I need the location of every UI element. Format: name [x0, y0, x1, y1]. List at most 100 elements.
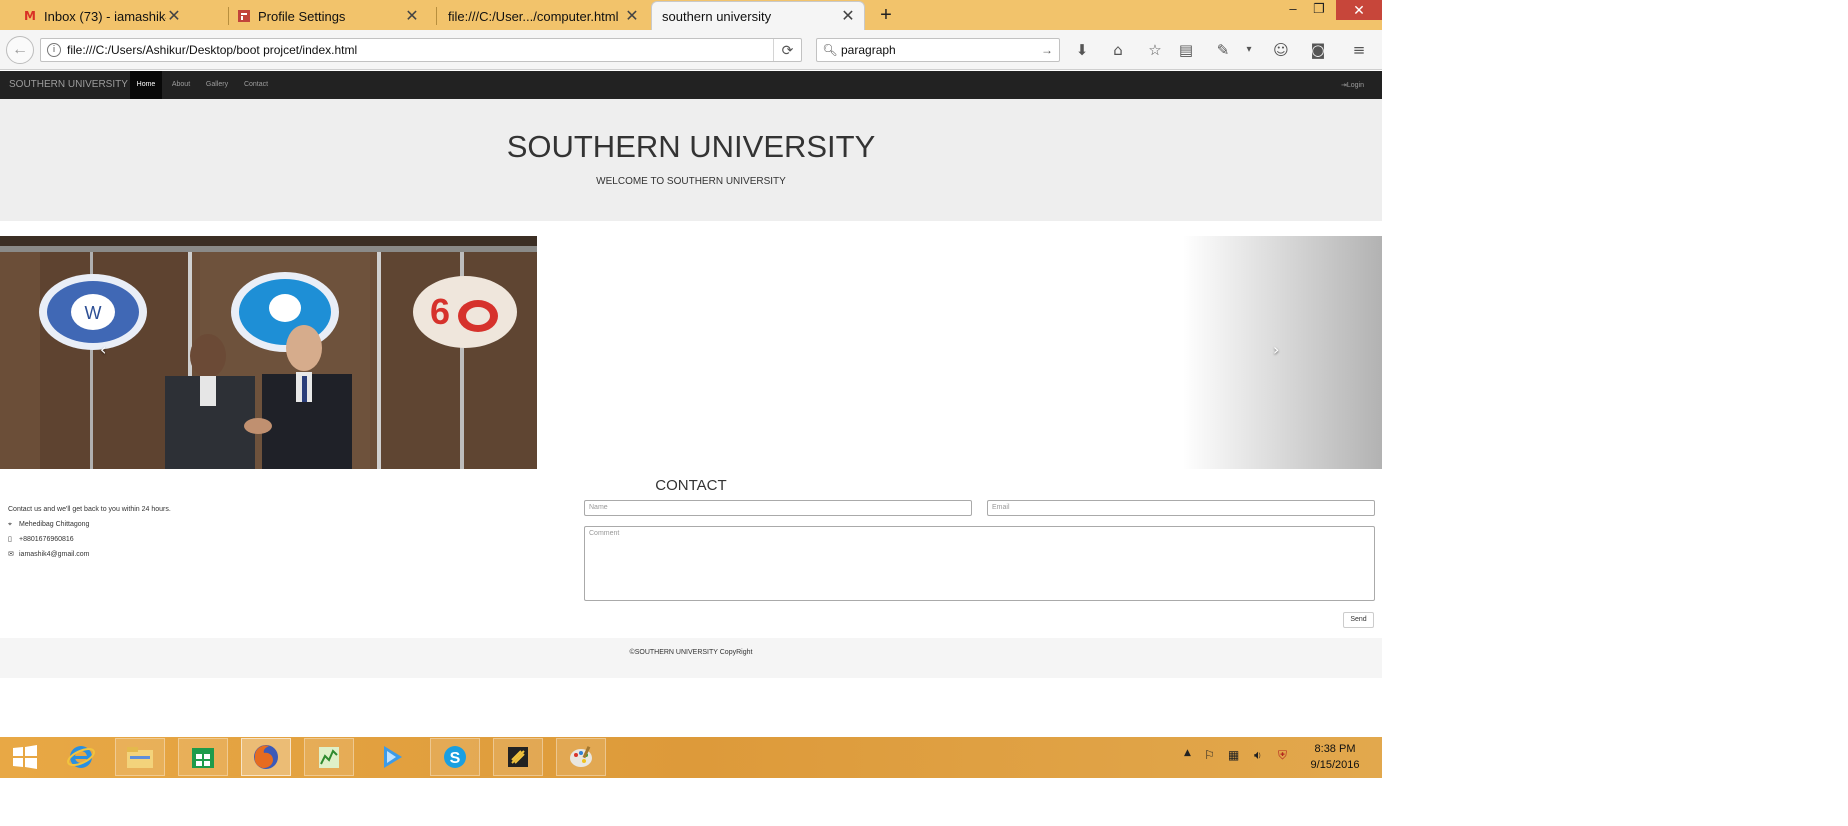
nav-about[interactable]: About [166, 71, 196, 99]
svg-text:W: W [85, 303, 102, 323]
task-manager-icon [319, 747, 339, 768]
taskbar-media-player[interactable] [367, 738, 417, 776]
restore-button[interactable]: ❐ [1305, 0, 1333, 20]
send-button[interactable]: Send [1343, 612, 1374, 628]
tab-separator [436, 7, 437, 25]
reading-list-icon[interactable]: ▤ [1175, 40, 1197, 60]
nav-home[interactable]: Home [130, 71, 162, 99]
chevron-down-icon[interactable]: ▾ [1238, 40, 1260, 60]
taskbar-skype[interactable]: S [430, 738, 480, 776]
tool-icon [508, 747, 528, 767]
close-tab-icon[interactable]: ✕ [166, 6, 182, 26]
site-footer: ©SOUTHERN UNIVERSITY CopyRight [0, 638, 1382, 678]
comment-textarea[interactable]: Comment [584, 526, 1375, 601]
file-explorer-icon [127, 747, 153, 768]
tab-southern-university[interactable]: southern university ✕ [651, 1, 865, 30]
contact-info: Contact us and we'll get back to you wit… [8, 502, 171, 562]
svg-text:S: S [450, 750, 461, 767]
navigation-toolbar: ← i file:///C:/Users/Ashikur/Desktop/boo… [0, 30, 1382, 70]
reload-icon[interactable]: ⟳ [773, 39, 801, 61]
browser-window: M Inbox (73) - iamashik4@g... ✕ Profile … [0, 0, 1382, 778]
taskbar-file-explorer[interactable] [115, 738, 165, 776]
site-navbar: SOUTHERN UNIVERSITY Home About Gallery C… [0, 71, 1382, 99]
page-subtitle: WELCOME TO SOUTHERN UNIVERSITY [596, 176, 786, 187]
search-input[interactable]: paragraph [839, 43, 1041, 57]
contact-phone: +8801676960816 [19, 536, 74, 543]
tab-computer-html[interactable]: file:///C:/User.../computer.html ✕ [440, 2, 648, 30]
taskbar-store[interactable] [178, 738, 228, 776]
search-go-icon[interactable]: → [1041, 43, 1059, 57]
clock-time: 8:38 PM [1314, 743, 1356, 755]
minimize-button[interactable]: – [1279, 0, 1307, 20]
new-tab-button[interactable]: + [874, 3, 898, 27]
login-label: Login [1346, 82, 1364, 89]
nav-gallery[interactable]: Gallery [200, 71, 234, 99]
close-tab-icon[interactable]: ✕ [840, 6, 856, 26]
paint-icon [570, 746, 592, 767]
taskbar-clock[interactable]: 8:38 PM 9/15/2016 [1300, 741, 1370, 773]
pocket-icon[interactable]: ◙ [1307, 40, 1329, 60]
menu-icon[interactable]: ≡ [1348, 40, 1370, 60]
login-link[interactable]: ⇥Login [1341, 71, 1364, 99]
tab-inbox[interactable]: M Inbox (73) - iamashik4@g... ✕ [14, 2, 190, 30]
taskbar-task-manager[interactable] [304, 738, 354, 776]
nav-contact[interactable]: Contact [238, 71, 274, 99]
taskbar-paint[interactable] [556, 738, 606, 776]
image-carousel: W 6 ‹ › [0, 236, 1382, 469]
email-input[interactable]: Email [987, 500, 1375, 516]
carousel-next-icon[interactable]: › [1273, 340, 1279, 359]
action-center-flag-icon[interactable]: ⚐ [1204, 748, 1215, 762]
firefox-icon [254, 745, 278, 769]
gmail-icon: M [24, 9, 36, 23]
tab-label: Profile Settings [258, 8, 346, 24]
site-brand[interactable]: SOUTHERN UNIVERSITY [9, 71, 128, 99]
store-icon [192, 748, 214, 768]
taskbar-internet-explorer[interactable] [56, 738, 106, 776]
volume-icon[interactable]: 🔉︎ [1254, 748, 1262, 763]
carousel-next-control[interactable] [1182, 236, 1382, 469]
taskbar-tool[interactable] [493, 738, 543, 776]
close-tab-icon[interactable]: ✕ [624, 6, 640, 26]
search-bar[interactable]: 🔍︎ paragraph → [816, 38, 1060, 62]
start-icon [13, 745, 37, 769]
page-title: SOUTHERN UNIVERSITY [506, 129, 876, 164]
bookmark-star-icon[interactable]: ☆ [1144, 40, 1166, 60]
screen: M Inbox (73) - iamashik4@g... ✕ Profile … [0, 0, 1848, 826]
show-hidden-icons-icon[interactable]: ▲ [1184, 748, 1191, 758]
carousel-prev-icon[interactable]: ‹ [100, 340, 106, 359]
back-button[interactable]: ← [6, 36, 34, 64]
internet-explorer-icon [67, 746, 95, 768]
svg-text:6: 6 [430, 291, 450, 332]
chat-icon[interactable]: ☺ [1270, 40, 1292, 60]
tab-label: southern university [662, 8, 772, 24]
tab-label: file:///C:/User.../computer.html [448, 8, 619, 24]
contact-intro: Contact us and we'll get back to you wit… [8, 506, 171, 513]
search-icon: 🔍︎ [822, 43, 838, 57]
tab-bar: M Inbox (73) - iamashik4@g... ✕ Profile … [0, 0, 1382, 30]
info-icon[interactable]: i [47, 43, 61, 57]
carousel-slide-image: W 6 [0, 236, 537, 469]
map-marker-icon: ⌖ [8, 520, 12, 528]
tab-label: Inbox (73) - iamashik4@g... [44, 8, 166, 24]
taskbar-firefox[interactable] [241, 738, 291, 776]
tab-profile-settings[interactable]: Profile Settings ✕ [228, 2, 428, 30]
security-shield-icon[interactable]: ⛨ [1278, 748, 1287, 763]
contact-heading: CONTACT [655, 477, 727, 494]
jumbotron: SOUTHERN UNIVERSITY WELCOME TO SOUTHERN … [0, 99, 1382, 221]
close-tab-icon[interactable]: ✕ [404, 6, 420, 26]
developer-tools-icon[interactable]: ✎ [1212, 40, 1234, 60]
contact-email: iamashik4@gmail.com [19, 551, 90, 558]
handshake-photo: W 6 [0, 236, 537, 469]
home-icon[interactable]: ⌂ [1107, 40, 1129, 60]
start-button[interactable] [0, 738, 50, 776]
network-icon[interactable]: ▦ [1228, 748, 1239, 762]
profile-settings-icon [236, 9, 252, 23]
url-text[interactable]: file:///C:/Users/Ashikur/Desktop/boot pr… [67, 43, 773, 57]
download-icon[interactable]: ⬇ [1071, 40, 1093, 60]
envelope-icon: ✉ [8, 550, 14, 558]
window-close-button[interactable]: ✕ [1336, 0, 1382, 20]
url-bar[interactable]: i file:///C:/Users/Ashikur/Desktop/boot … [40, 38, 802, 62]
windows-taskbar: S ▲ ⚐ ▦ 🔉︎ ⛨ 8:38 PM 9/15/2016 [0, 737, 1382, 778]
name-input[interactable]: Name [584, 500, 972, 516]
media-player-icon [384, 746, 402, 768]
